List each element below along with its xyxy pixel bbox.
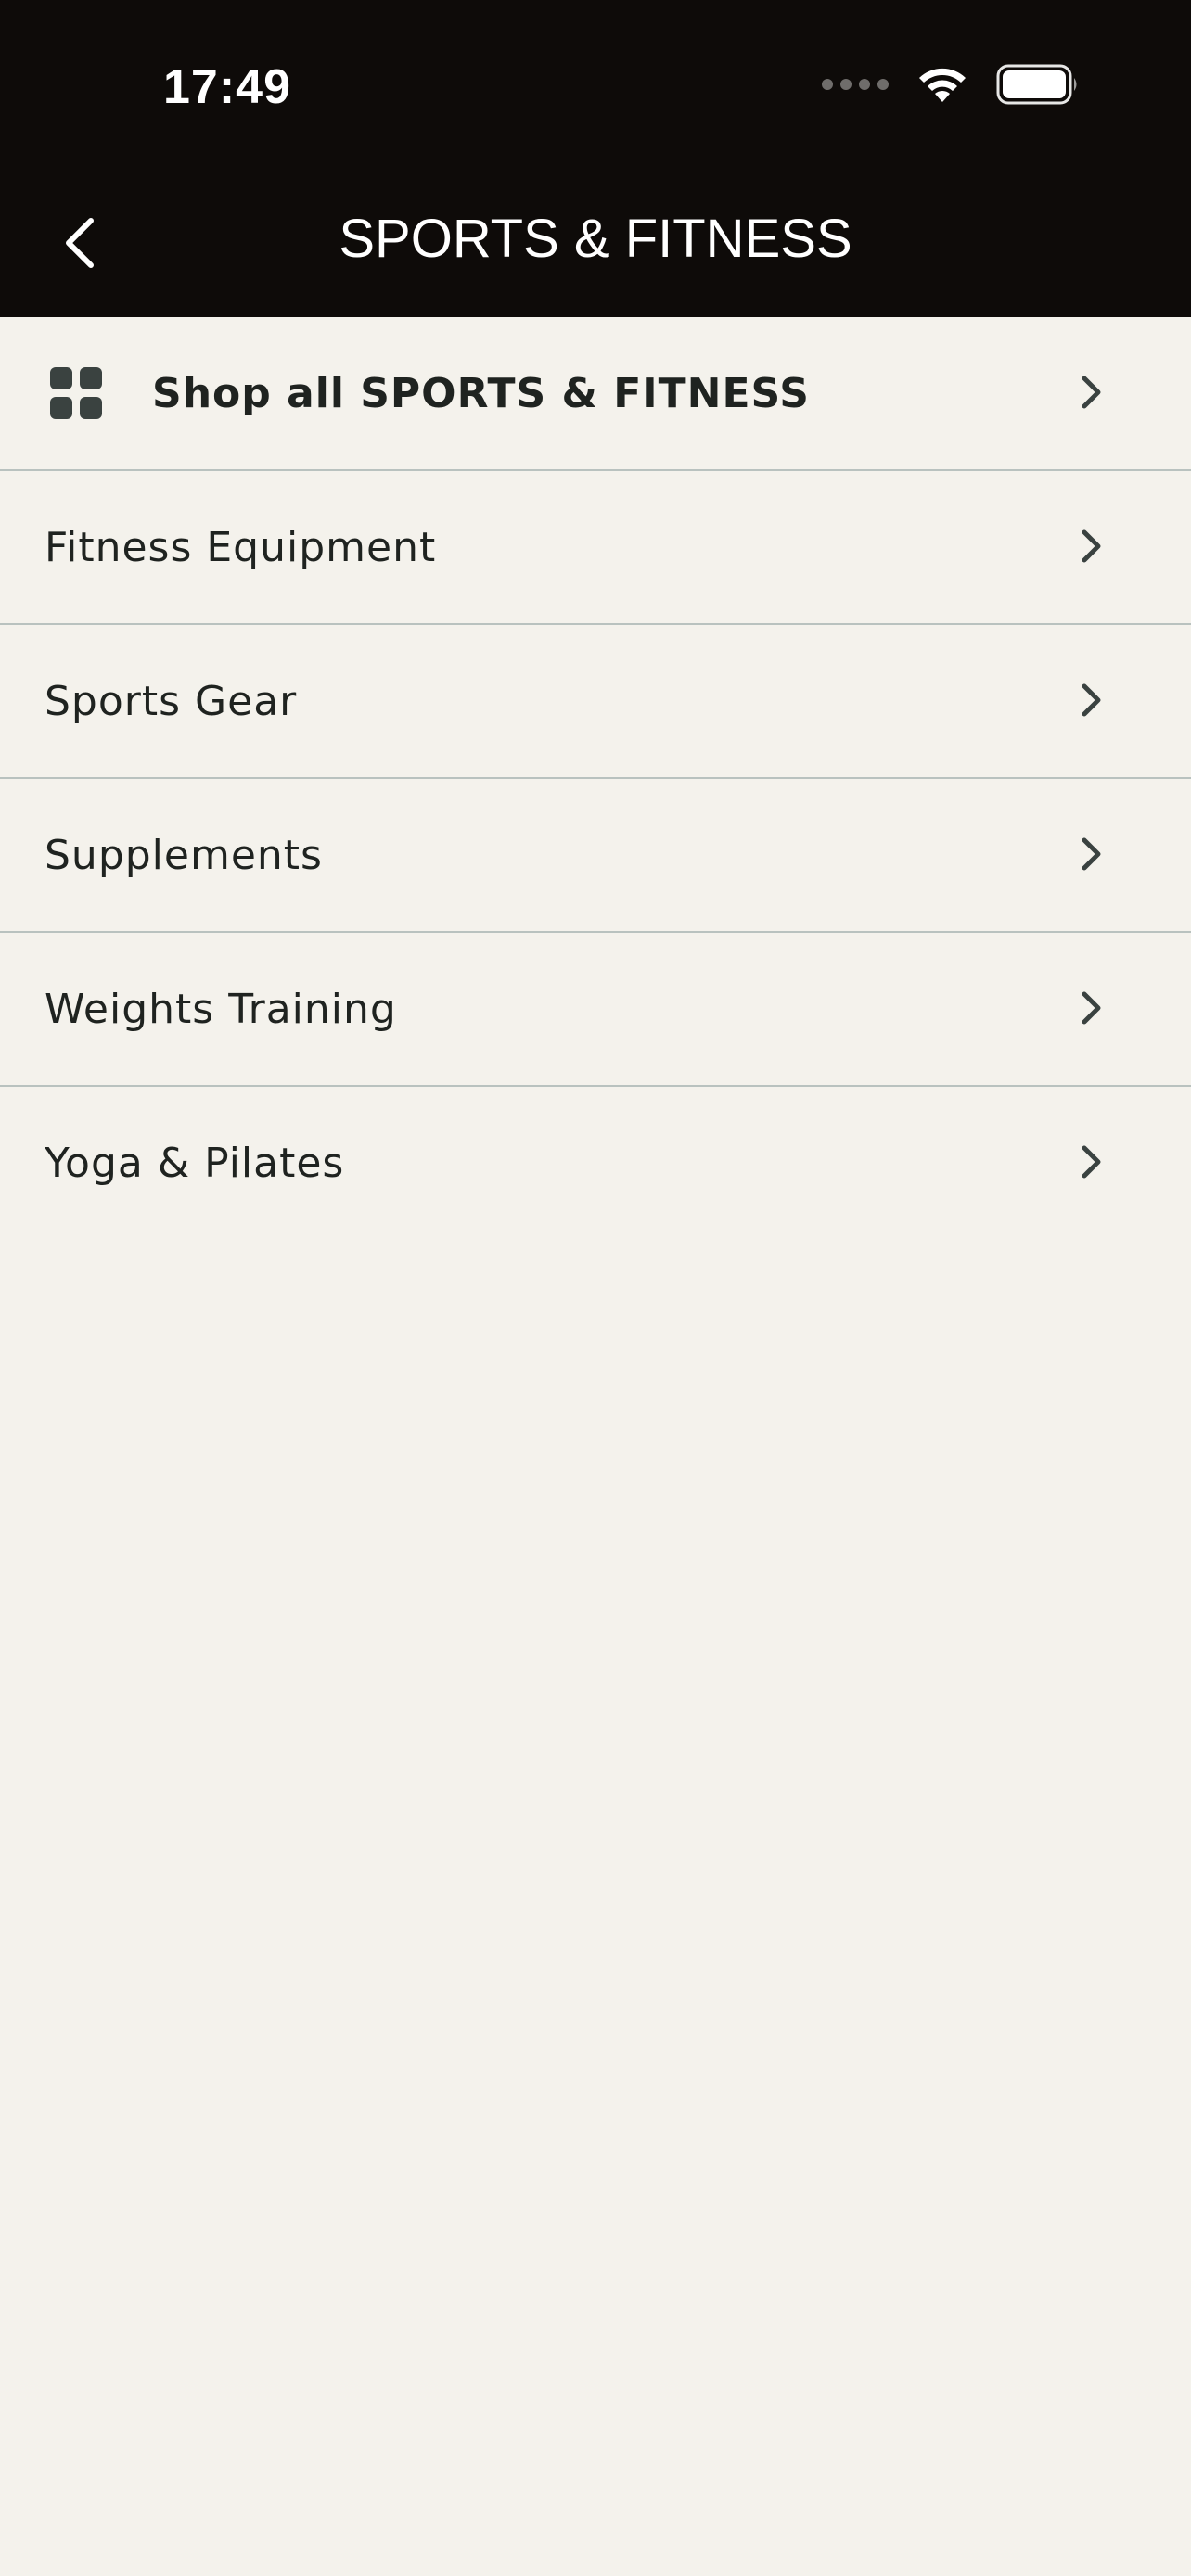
status-icons xyxy=(822,61,1080,108)
shop-all-row[interactable]: Shop all SPORTS & FITNESS xyxy=(0,317,1191,471)
chevron-right-icon xyxy=(1082,529,1101,563)
grid-icon xyxy=(50,367,102,419)
chevron-right-icon xyxy=(1082,837,1101,871)
shop-all-label: Shop all SPORTS & FITNESS xyxy=(152,369,810,417)
page-title: SPORTS & FITNESS xyxy=(339,209,852,269)
category-list: Shop all SPORTS & FITNESS Fitness Equipm… xyxy=(0,317,1191,1241)
category-row-weights-training[interactable]: Weights Training xyxy=(0,933,1191,1087)
category-label: Supplements xyxy=(45,831,323,879)
chevron-right-icon xyxy=(1082,376,1101,409)
chevron-right-icon xyxy=(1082,1145,1101,1179)
chevron-right-icon xyxy=(1082,991,1101,1025)
battery-icon xyxy=(996,64,1080,105)
category-row-supplements[interactable]: Supplements xyxy=(0,779,1191,933)
status-time: 17:49 xyxy=(163,60,291,114)
category-label: Fitness Equipment xyxy=(45,523,437,571)
chevron-right-icon xyxy=(1082,683,1101,717)
category-label: Sports Gear xyxy=(45,677,298,725)
category-row-fitness-equipment[interactable]: Fitness Equipment xyxy=(0,471,1191,625)
category-row-sports-gear[interactable]: Sports Gear xyxy=(0,625,1191,779)
category-row-yoga-pilates[interactable]: Yoga & Pilates xyxy=(0,1087,1191,1241)
category-label: Yoga & Pilates xyxy=(45,1139,345,1187)
wifi-icon xyxy=(916,65,968,104)
category-label: Weights Training xyxy=(45,985,397,1033)
signal-dots-icon xyxy=(822,79,889,90)
top-bar: 17:49 SPORTS & FITNESS xyxy=(0,0,1191,317)
screen: 17:49 SPORTS & FITNESS Shop all SPORTS &… xyxy=(0,0,1191,2576)
